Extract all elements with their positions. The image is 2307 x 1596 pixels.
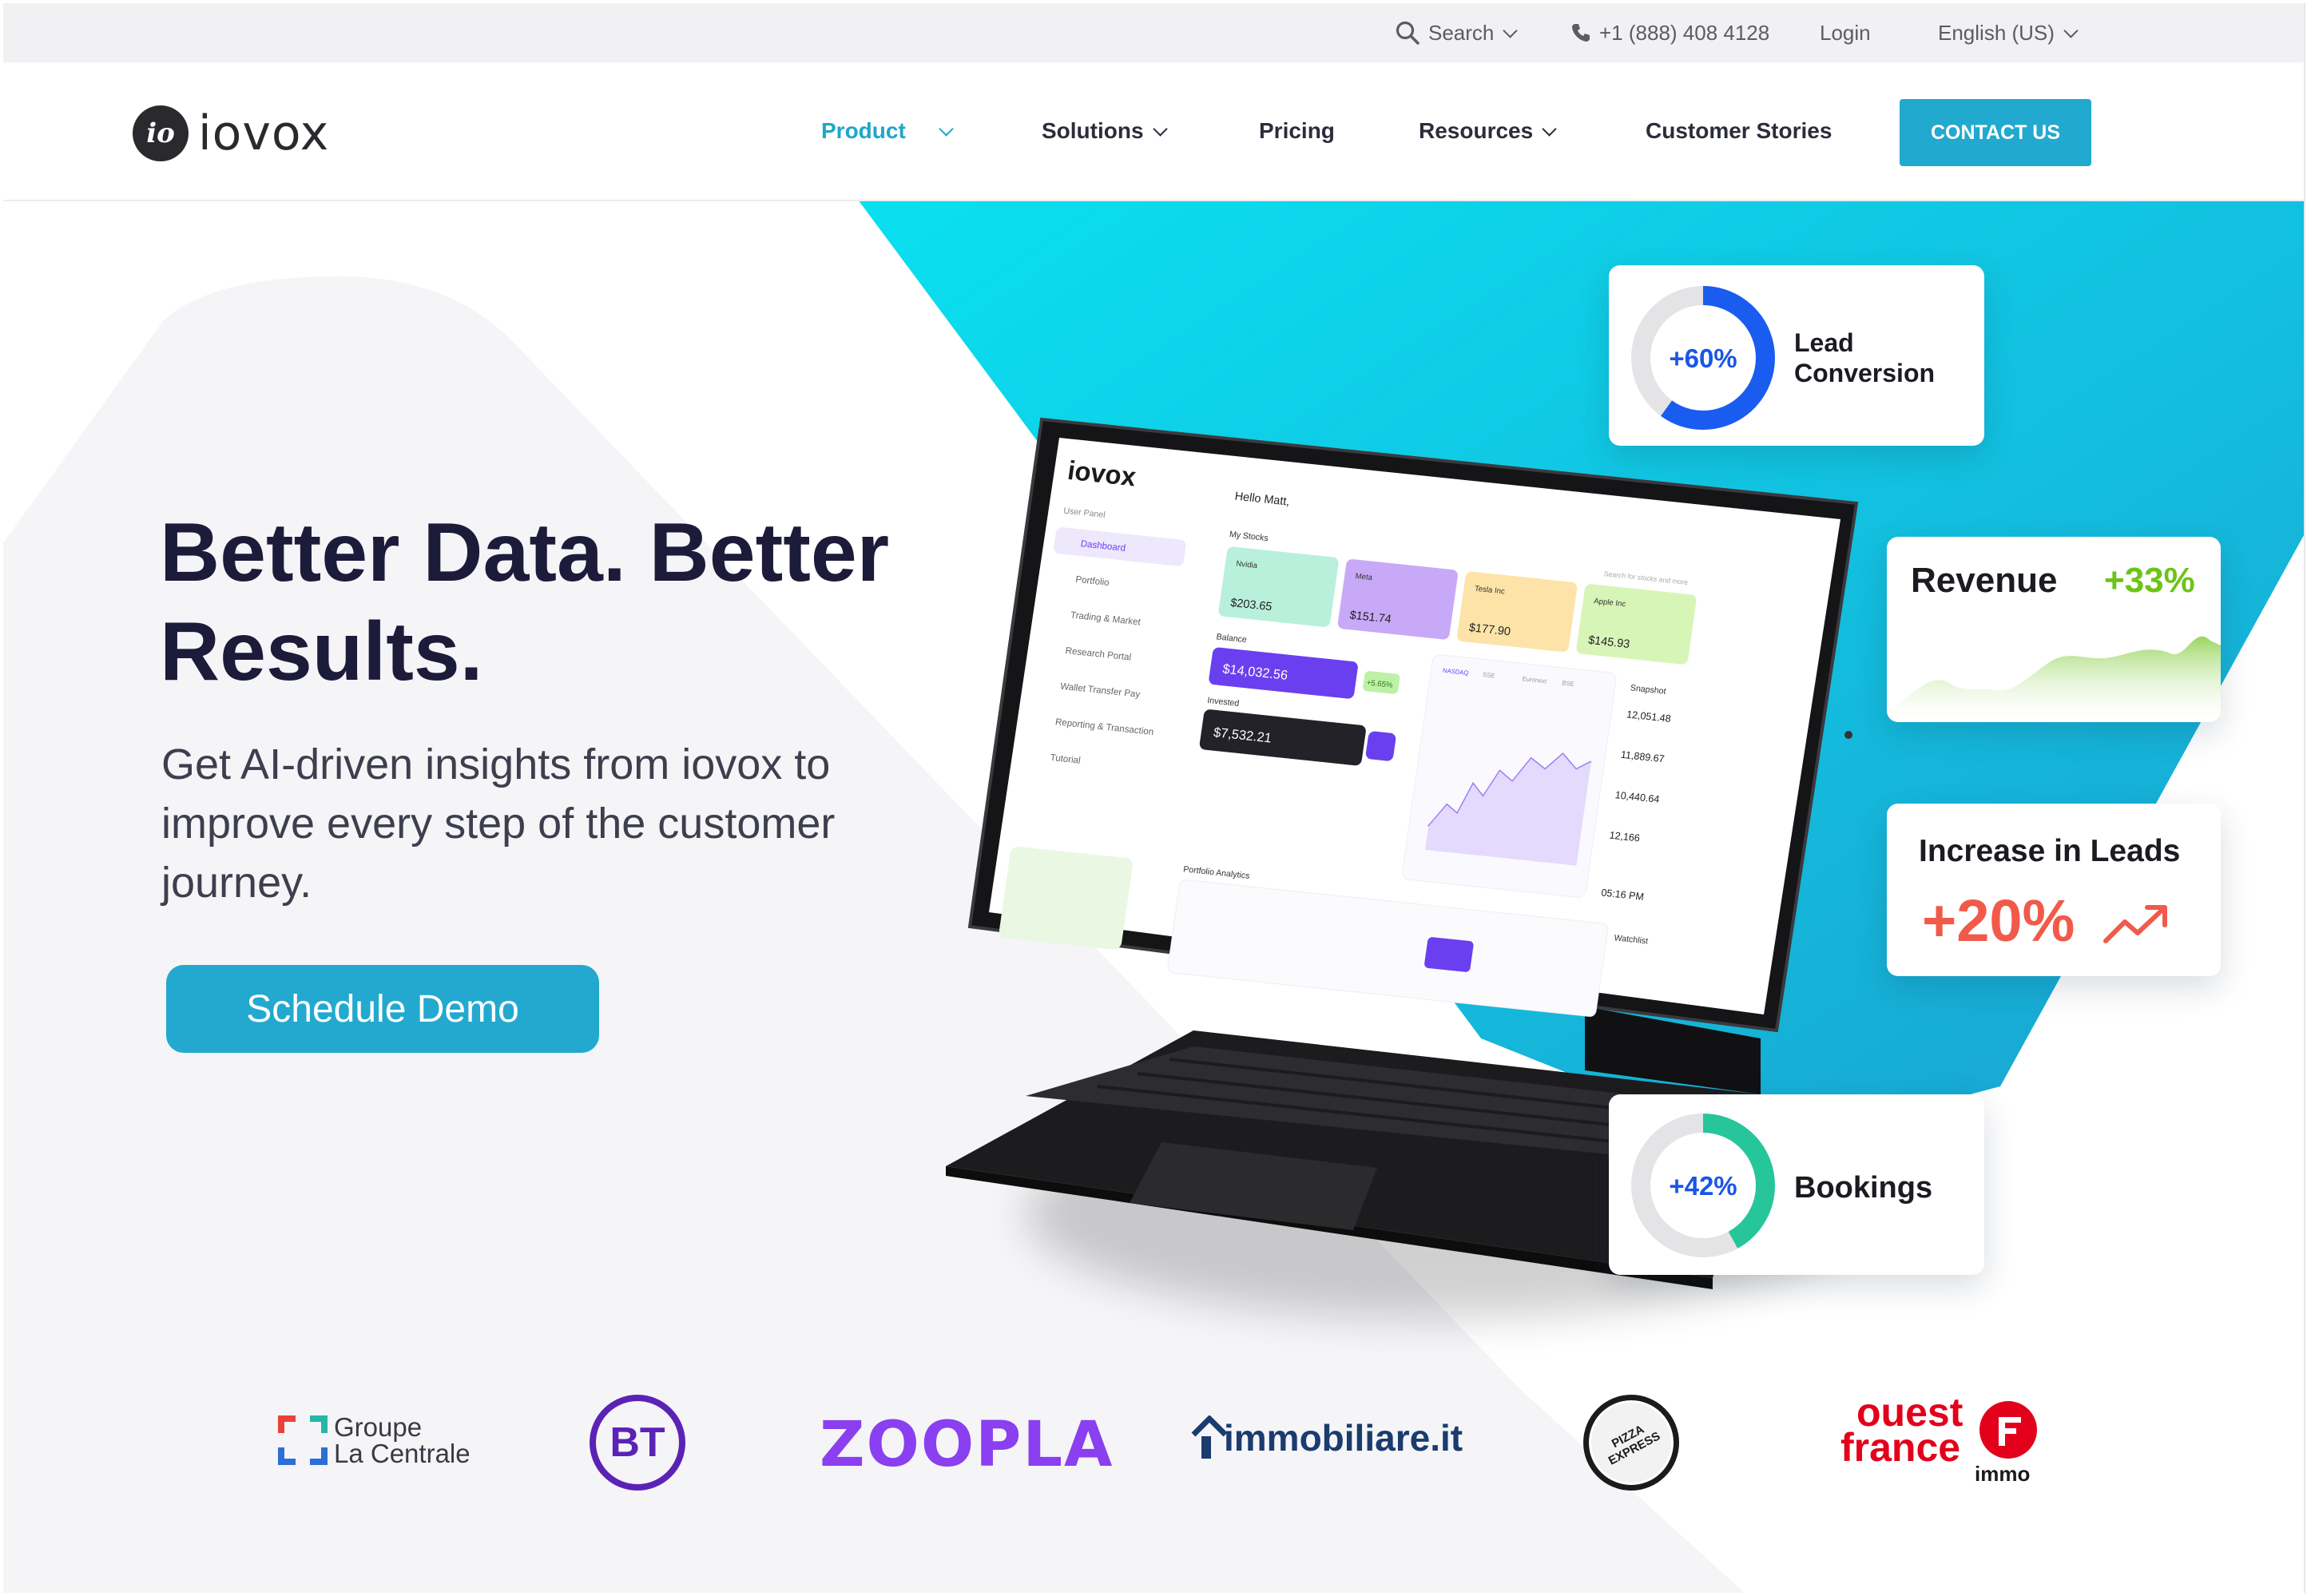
- brand-logo[interactable]: io iovox: [133, 104, 329, 163]
- logo-zoopla: ZOOPLA: [820, 1409, 1114, 1481]
- bt-text: BT: [610, 1419, 665, 1466]
- ouest-france-emblem: [1979, 1401, 2037, 1459]
- subhead-line-3: journey.: [161, 859, 312, 907]
- stat-card-bookings: +42% Bookings: [1609, 1094, 1984, 1275]
- search-icon: [1396, 21, 1420, 45]
- logo-groupe-la-centrale: Groupe La Centrale: [278, 1414, 471, 1467]
- main-nav: io iovox Product Solutions Pricing Resou…: [3, 62, 2304, 201]
- phone-icon: [1572, 24, 1590, 42]
- nav-customer-stories[interactable]: Customer Stories: [1646, 62, 1832, 200]
- page-frame: Search +1 (888) 408 4128 Login English (…: [3, 3, 2305, 1593]
- stat-card-lead-conversion: +60% Lead Conversion: [1609, 265, 1984, 446]
- phone-number: +1 (888) 408 4128: [1599, 20, 1770, 45]
- pizza-express-text: PIZZA EXPRESS: [1606, 1422, 1663, 1468]
- schedule-demo-button[interactable]: Schedule Demo: [166, 965, 599, 1053]
- search-label: Search: [1428, 20, 1495, 45]
- stat-card-increase-leads: Increase in Leads +20%: [1887, 804, 2221, 976]
- tablet-illustration: iovox User Panel DashboardPortfolioTradi…: [946, 417, 1859, 1318]
- ouest-france-text: ouest france: [1840, 1392, 1963, 1467]
- language-label: English (US): [1938, 20, 2055, 45]
- search-toggle[interactable]: Search: [1395, 3, 1519, 62]
- nav-resources[interactable]: Resources: [1419, 62, 1557, 200]
- groupe-line-1: Groupe: [334, 1412, 423, 1442]
- logo-text: iovox: [198, 105, 330, 161]
- trend-up-icon: [2103, 905, 2167, 943]
- revenue-label: Revenue: [1911, 561, 2058, 600]
- pizza-express-badge: PIZZA EXPRESS: [1589, 1400, 1674, 1485]
- logo-immobiliare: immobiliare.it: [1190, 1415, 1463, 1460]
- logo-pizza-express: PIZZA EXPRESS: [1583, 1395, 1679, 1491]
- nav-solutions[interactable]: Solutions: [1042, 62, 1168, 200]
- chevron-down-icon: [1152, 121, 1168, 137]
- groupe-la-centrale-icon: [278, 1415, 328, 1465]
- phone-link[interactable]: +1 (888) 408 4128: [1570, 3, 1769, 62]
- headline-line-1: Better Data. Better: [160, 506, 890, 599]
- contact-us-button[interactable]: CONTACT US: [1900, 99, 2091, 166]
- groupe-la-centrale-text: Groupe La Centrale: [334, 1414, 471, 1467]
- tablet-stock-card: Apple Inc$145.93: [1576, 584, 1697, 665]
- stat-card-revenue: Revenue +33%: [1887, 537, 2221, 722]
- logo-ouest-france: ouest france immo: [1837, 1392, 2045, 1491]
- ouest-sub: immo: [1975, 1462, 2031, 1486]
- immobiliare-text: immobiliare.it: [1224, 1417, 1463, 1459]
- hero-subheading: Get AI-driven insights from iovox to imp…: [161, 735, 960, 912]
- house-icon: [1191, 1415, 1228, 1459]
- revenue-value: +33%: [2104, 561, 2195, 600]
- tablet-stock-card: Meta$151.74: [1337, 559, 1458, 640]
- groupe-line-2: La Centrale: [334, 1439, 471, 1468]
- logo-mark: io: [133, 105, 189, 161]
- headline-line-2: Results.: [160, 605, 483, 698]
- lead-conversion-value: +60%: [1669, 343, 1737, 373]
- hero-headline: Better Data. Better Results.: [160, 503, 1038, 701]
- increase-leads-value: +20%: [1922, 887, 2075, 954]
- nav-product-label: Product: [821, 118, 906, 143]
- hero-section: Better Data. Better Results. Get AI-driv…: [3, 200, 2304, 1593]
- chevron-down-icon: [939, 121, 954, 137]
- chevron-down-icon: [1542, 121, 1557, 137]
- login-link[interactable]: Login: [1820, 3, 1871, 62]
- subhead-line-2: improve every step of the customer: [161, 800, 836, 848]
- tablet-stock-card: Tesla Inc$177.90: [1457, 571, 1578, 653]
- nav-resources-label: Resources: [1419, 118, 1534, 143]
- language-selector[interactable]: English (US): [1938, 3, 2079, 62]
- utility-bar: Search +1 (888) 408 4128 Login English (…: [3, 3, 2304, 62]
- tablet-exchange-tab: SSE: [1482, 671, 1495, 680]
- nav-product[interactable]: Product: [821, 62, 954, 200]
- increase-leads-label: Increase in Leads: [1919, 834, 2181, 868]
- revenue-sparkline: [1887, 636, 2221, 722]
- ouest-line-2: france: [1840, 1425, 1961, 1470]
- tablet-stock-card: Nvidia$203.65: [1218, 546, 1339, 627]
- nav-solutions-label: Solutions: [1042, 118, 1144, 143]
- bookings-value: +42%: [1669, 1171, 1737, 1201]
- lead-conversion-label-line-1: Lead: [1794, 328, 1854, 357]
- subhead-line-1: Get AI-driven insights from iovox to: [161, 740, 831, 788]
- nav-pricing[interactable]: Pricing: [1259, 62, 1335, 200]
- logo-bt: BT: [590, 1395, 685, 1491]
- lead-conversion-label: Lead Conversion: [1794, 328, 1935, 388]
- bookings-label: Bookings: [1794, 1171, 1933, 1205]
- tablet-exchange-tab: BSE: [1562, 679, 1575, 688]
- lead-conversion-label-line-2: Conversion: [1794, 359, 1936, 387]
- chevron-down-icon: [1503, 22, 1519, 38]
- chevron-down-icon: [2063, 22, 2079, 38]
- tablet-stock-name: Meta: [1355, 572, 1373, 582]
